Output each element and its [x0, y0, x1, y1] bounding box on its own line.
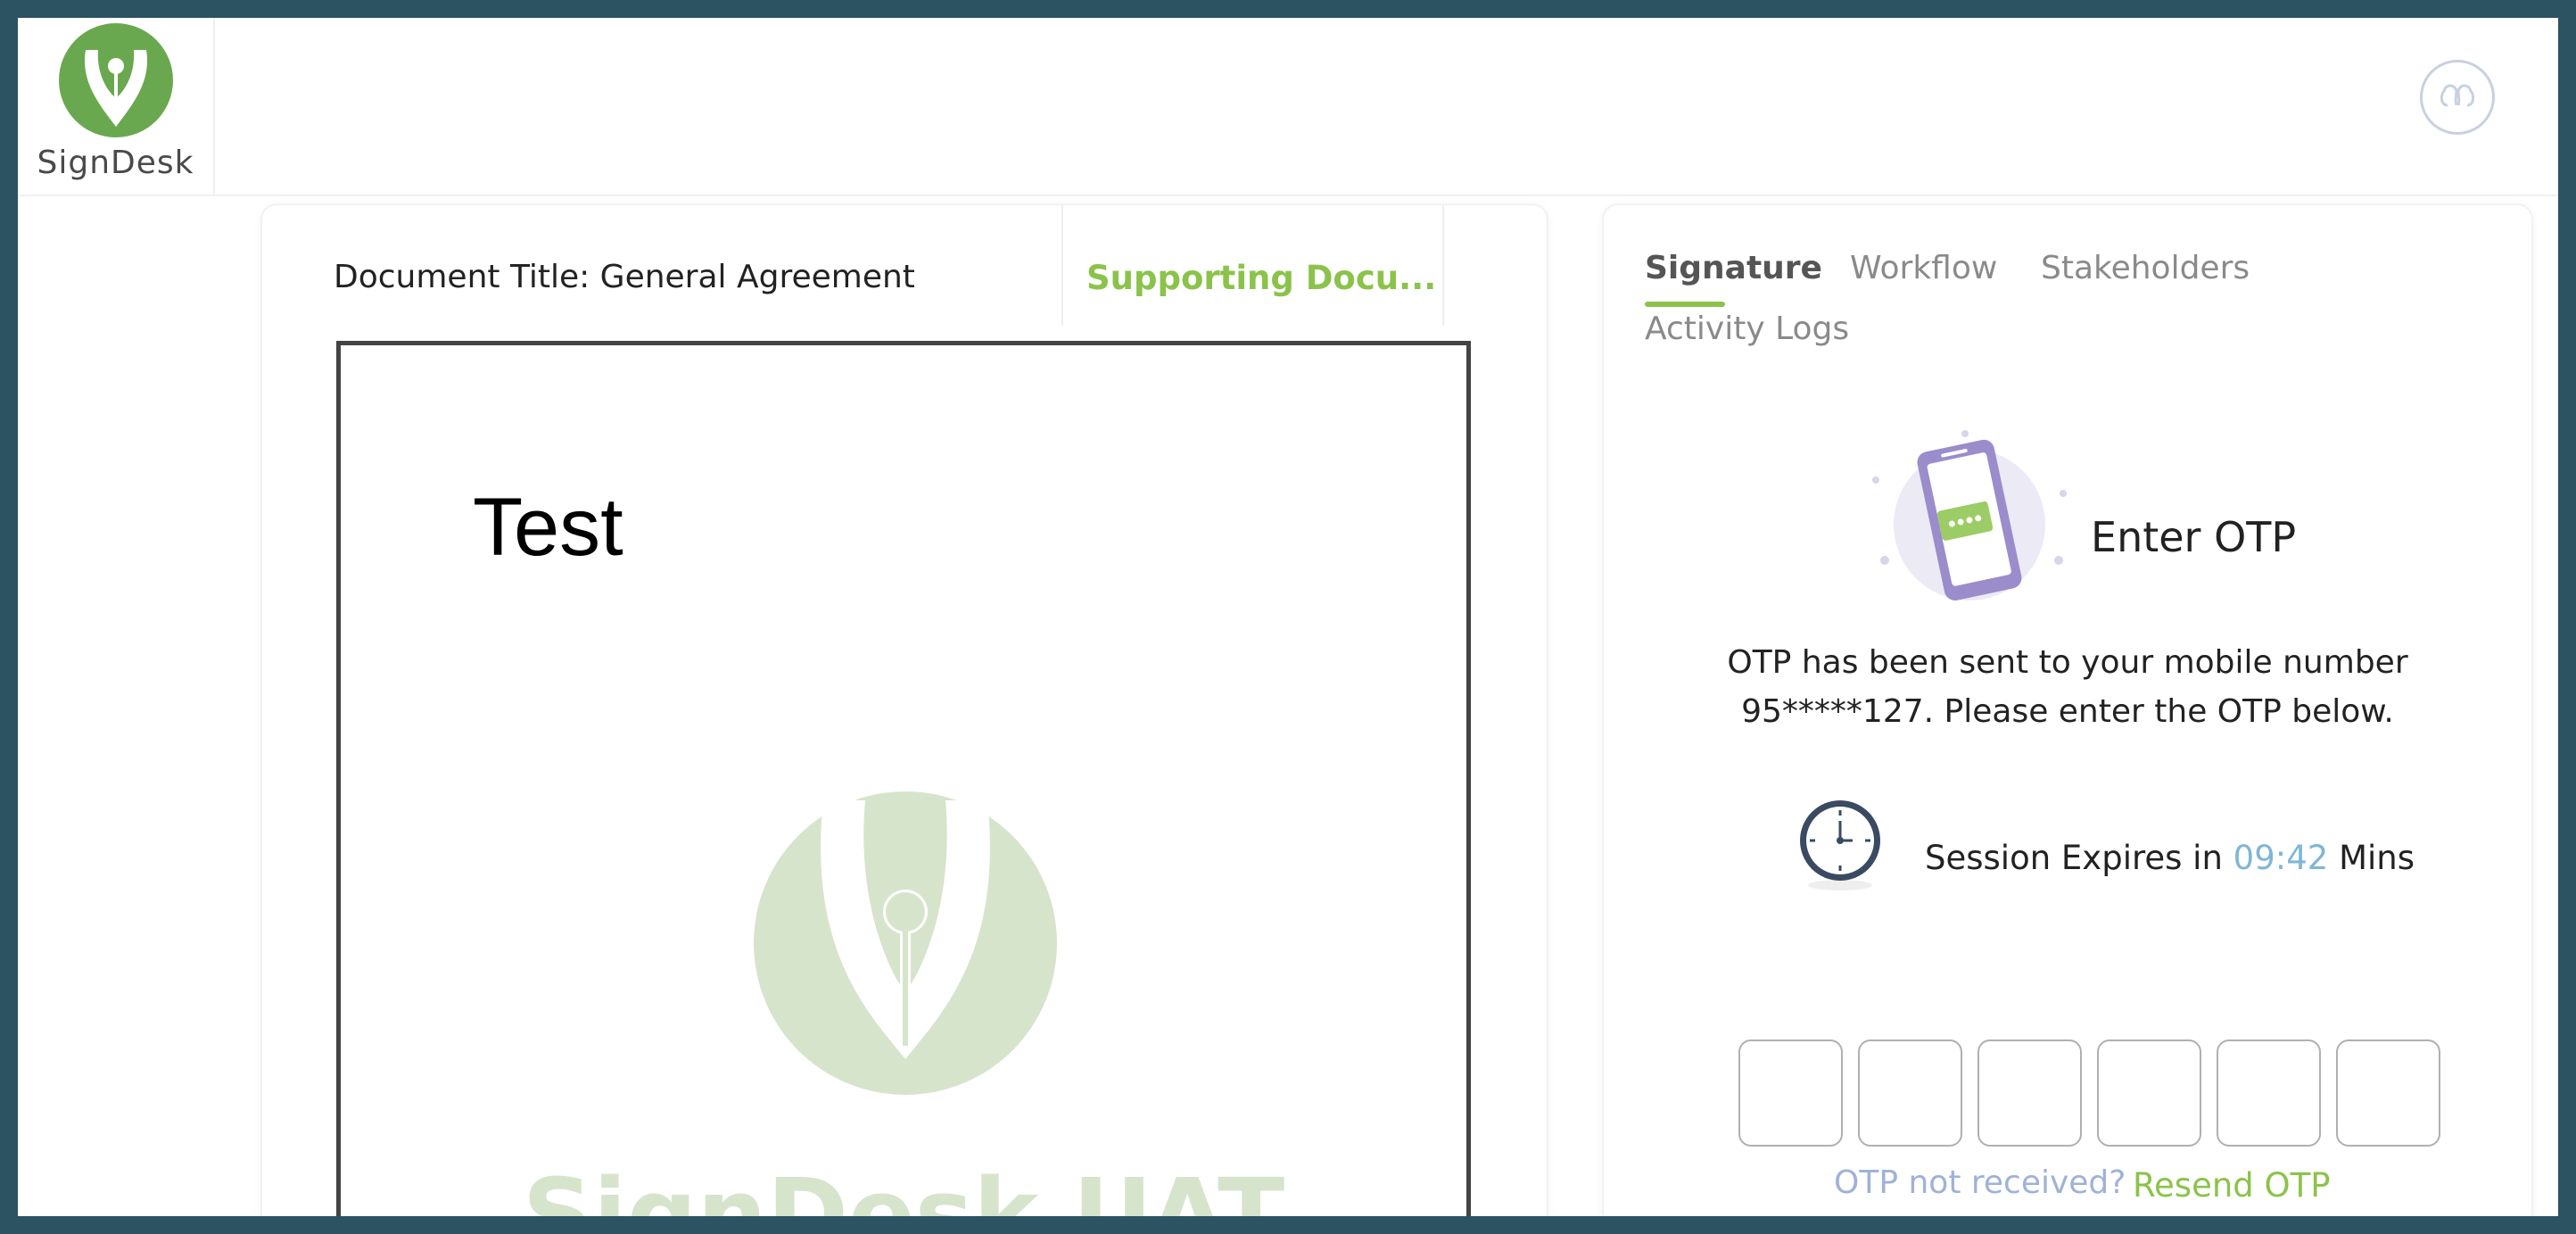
otp-digit-input[interactable]	[1738, 1039, 1843, 1147]
otp-digit-input[interactable]	[2336, 1039, 2440, 1147]
phone-message-icon	[1872, 430, 2067, 600]
otp-digit-input[interactable]	[2217, 1039, 2321, 1147]
pen-nib-watermark-icon	[754, 791, 1057, 1095]
pen-nib-logo-icon	[59, 23, 173, 137]
tab-activity-logs[interactable]: Activity Logs	[1645, 311, 1849, 347]
resend-otp-link[interactable]: Resend OTP	[2133, 1166, 2331, 1205]
tab-stakeholders[interactable]: Stakeholders	[2041, 250, 2250, 286]
document-page: Test SignDesk UAT	[336, 341, 1471, 1216]
otp-message-line: OTP has been sent to your mobile number	[1727, 644, 2408, 681]
tab-workflow[interactable]: Workflow	[1850, 250, 1997, 286]
active-tab-indicator	[1645, 302, 1725, 307]
otp-message: OTP has been sent to your mobile number …	[1711, 638, 2424, 736]
app-window: SignDesk Document Title: General Agreeme…	[18, 18, 2558, 1216]
otp-digit-input[interactable]	[1977, 1039, 2082, 1147]
otp-digit-input[interactable]	[1858, 1039, 1962, 1147]
tab-signature[interactable]: Signature	[1645, 250, 1822, 286]
tab-supporting-documents[interactable]: Supporting Docu...	[1086, 259, 1436, 297]
watermark-text: SignDesk UAT	[522, 1157, 1285, 1216]
document-viewer: Document Title: General Agreement Suppor…	[260, 203, 1548, 1216]
otp-message-line: 95*****127. Please enter the OTP below.	[1741, 693, 2394, 730]
session-suffix: Mins	[2339, 839, 2415, 877]
session-prefix: Session Expires in	[1925, 839, 2223, 877]
tab-divider	[1442, 205, 1444, 326]
signature-panel: Signature Workflow Stakeholders Activity…	[1602, 203, 2533, 1216]
page-text: Test	[473, 482, 623, 573]
otp-input-group	[1738, 1039, 2440, 1147]
user-avatar-icon[interactable]	[2420, 60, 2495, 135]
logo[interactable]: SignDesk	[18, 18, 215, 195]
otp-heading: Enter OTP	[2091, 513, 2297, 561]
clock-icon	[1800, 800, 1880, 890]
session-expiry: Session Expires in 09:42 Mins	[1925, 839, 2415, 877]
otp-not-received-text: OTP not received?	[1834, 1164, 2126, 1201]
tab-divider	[1061, 205, 1063, 326]
session-timer: 09:42	[2233, 839, 2329, 877]
top-header: SignDesk	[18, 18, 2558, 196]
logo-text: SignDesk	[37, 145, 194, 181]
user-avatar-glyph	[2440, 84, 2475, 107]
otp-digit-input[interactable]	[2097, 1039, 2201, 1147]
document-title: Document Title: General Agreement	[334, 259, 915, 295]
